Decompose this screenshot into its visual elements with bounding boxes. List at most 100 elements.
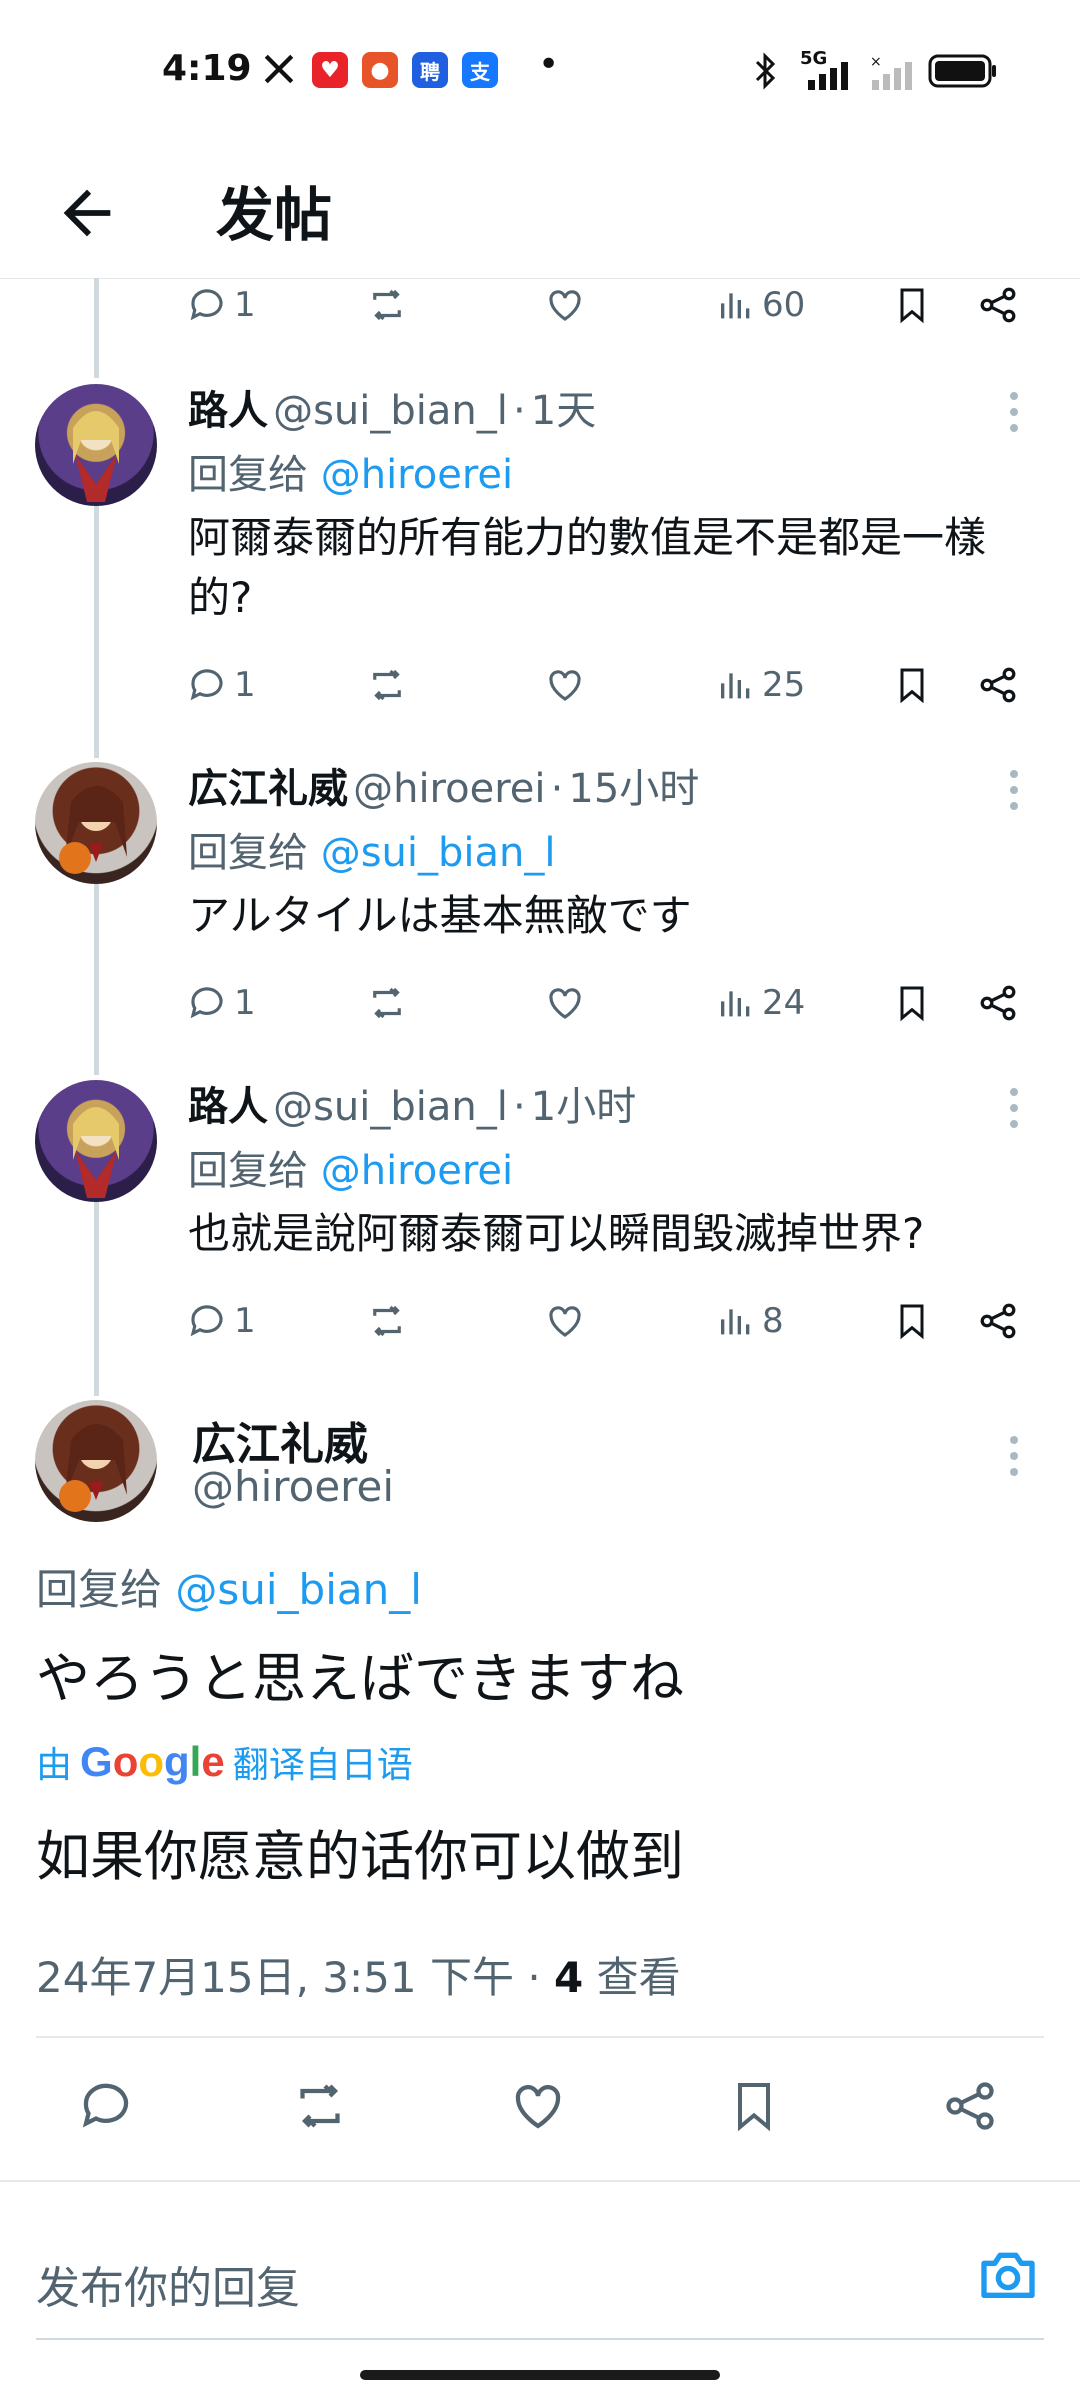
retweet-button[interactable]: [364, 280, 410, 330]
more-options-button[interactable]: [1006, 766, 1022, 814]
thread-connector: [94, 1196, 99, 1396]
google-logo: Google: [80, 1738, 225, 1785]
avatar[interactable]: [35, 384, 157, 506]
svg-text:×: ×: [870, 56, 882, 70]
thread-connector: [94, 502, 99, 758]
views-button[interactable]: 8: [716, 1296, 784, 1346]
like-button[interactable]: [544, 978, 586, 1028]
share-button[interactable]: [976, 660, 1020, 710]
share-button[interactable]: [940, 2076, 1000, 2136]
share-button[interactable]: [976, 1296, 1020, 1346]
views-icon: [721, 1309, 750, 1335]
retweet-button[interactable]: [288, 2076, 352, 2136]
heart-icon: [515, 2085, 561, 2129]
bookmark-icon: [900, 1304, 924, 1340]
pin-app-icon: 聘: [412, 52, 448, 88]
translation-attribution[interactable]: 由 Google 翻译自日语: [36, 1736, 413, 1788]
like-button[interactable]: [544, 280, 586, 330]
tweet-text: 的?: [188, 573, 253, 622]
share-icon: [980, 667, 1016, 703]
reply-mention-link[interactable]: @hiroerei: [321, 1148, 513, 1194]
views-count: 8: [762, 1301, 784, 1341]
views-count: 60: [762, 285, 806, 325]
home-indicator[interactable]: [360, 2370, 720, 2380]
retweet-icon: [373, 289, 401, 321]
bookmark-button[interactable]: [892, 280, 932, 330]
back-button[interactable]: [40, 170, 130, 250]
more-options-button[interactable]: [1006, 1432, 1022, 1480]
more-vertical-icon: [1010, 770, 1018, 810]
more-options-button[interactable]: [1006, 1084, 1022, 1132]
author-handle[interactable]: @sui_bian_l: [273, 1084, 508, 1130]
separator-dot: ·: [512, 388, 526, 434]
views-count: 24: [762, 983, 806, 1023]
bookmark-button[interactable]: [892, 660, 932, 710]
bookmark-icon: [900, 288, 924, 324]
x-logo-icon: [262, 52, 296, 86]
reply-prefix: 回复给: [188, 1148, 308, 1194]
retweet-button[interactable]: [364, 1296, 410, 1346]
reply-button[interactable]: 1: [186, 978, 256, 1028]
like-button[interactable]: [544, 660, 586, 710]
share-button[interactable]: [976, 978, 1020, 1028]
reply-mention-link[interactable]: @hiroerei: [321, 452, 513, 498]
author-name[interactable]: 路人: [188, 1084, 268, 1130]
reply-count: 1: [234, 1301, 256, 1341]
reply-prefix: 回复给: [188, 452, 308, 498]
reply-button[interactable]: [76, 2076, 136, 2136]
views-button[interactable]: 60: [716, 280, 805, 330]
bookmark-icon: [900, 668, 924, 704]
red-app-icon: ♥: [312, 52, 348, 88]
share-button[interactable]: [976, 280, 1020, 330]
views-icon: [721, 991, 750, 1017]
reply-button[interactable]: 1: [186, 280, 256, 330]
signal-2-icon: ×: [870, 54, 916, 94]
avatar[interactable]: [35, 762, 157, 884]
views-button[interactable]: 25: [716, 660, 805, 710]
bookmark-button[interactable]: [892, 978, 932, 1028]
author-handle[interactable]: @hiroerei: [353, 766, 545, 812]
reply-mention-link[interactable]: @sui_bian_l: [175, 1565, 422, 1614]
reply-icon: [190, 987, 223, 1019]
status-bar: 4:19 ♥ ● 聘 支 • 5G ×: [0, 0, 1080, 140]
like-button[interactable]: [508, 2076, 568, 2136]
reply-input[interactable]: 发布你的回复: [36, 2252, 300, 2316]
author-name[interactable]: 路人: [188, 388, 268, 434]
camera-icon: [981, 2252, 1035, 2298]
like-button[interactable]: [544, 1296, 586, 1346]
page-title: 发帖: [216, 181, 333, 249]
battery-icon: [928, 54, 998, 92]
author-handle[interactable]: @sui_bian_l: [273, 388, 508, 434]
avatar[interactable]: [35, 1080, 157, 1202]
reply-mention-link[interactable]: @sui_bian_l: [321, 830, 556, 876]
reply-icon: [82, 2083, 129, 2128]
tweet-text: 阿爾泰爾的所有能力的數值是不是都是一樣: [188, 513, 987, 562]
author-handle[interactable]: @hiroerei: [192, 1462, 394, 1511]
translate-suffix: 翻译自日语: [232, 1745, 413, 1786]
reply-prefix: 回复给: [36, 1565, 163, 1614]
avatar[interactable]: [35, 1400, 157, 1522]
more-options-button[interactable]: [1006, 388, 1022, 436]
retweet-icon: [373, 987, 401, 1019]
retweet-button[interactable]: [364, 978, 410, 1028]
camera-button[interactable]: [976, 2242, 1046, 2312]
author-name[interactable]: 広江礼威: [188, 766, 348, 812]
bookmark-button[interactable]: [726, 2076, 782, 2136]
retweet-icon: [300, 2084, 340, 2128]
bluetooth-icon: [752, 52, 778, 94]
views-count: 25: [762, 665, 806, 705]
separator-dot: ·: [550, 766, 564, 812]
reply-icon: [190, 289, 223, 321]
heart-icon: [549, 290, 581, 321]
status-time: 4:19: [162, 48, 252, 89]
heart-icon: [549, 1306, 581, 1337]
bookmark-button[interactable]: [892, 1296, 932, 1346]
translate-prefix: 由: [36, 1745, 73, 1786]
retweet-icon: [373, 669, 401, 701]
signal-icon: [806, 60, 852, 94]
reply-button[interactable]: 1: [186, 660, 256, 710]
retweet-button[interactable]: [364, 660, 410, 710]
back-arrow-icon: [63, 189, 111, 237]
reply-button[interactable]: 1: [186, 1296, 256, 1346]
views-button[interactable]: 24: [716, 978, 805, 1028]
